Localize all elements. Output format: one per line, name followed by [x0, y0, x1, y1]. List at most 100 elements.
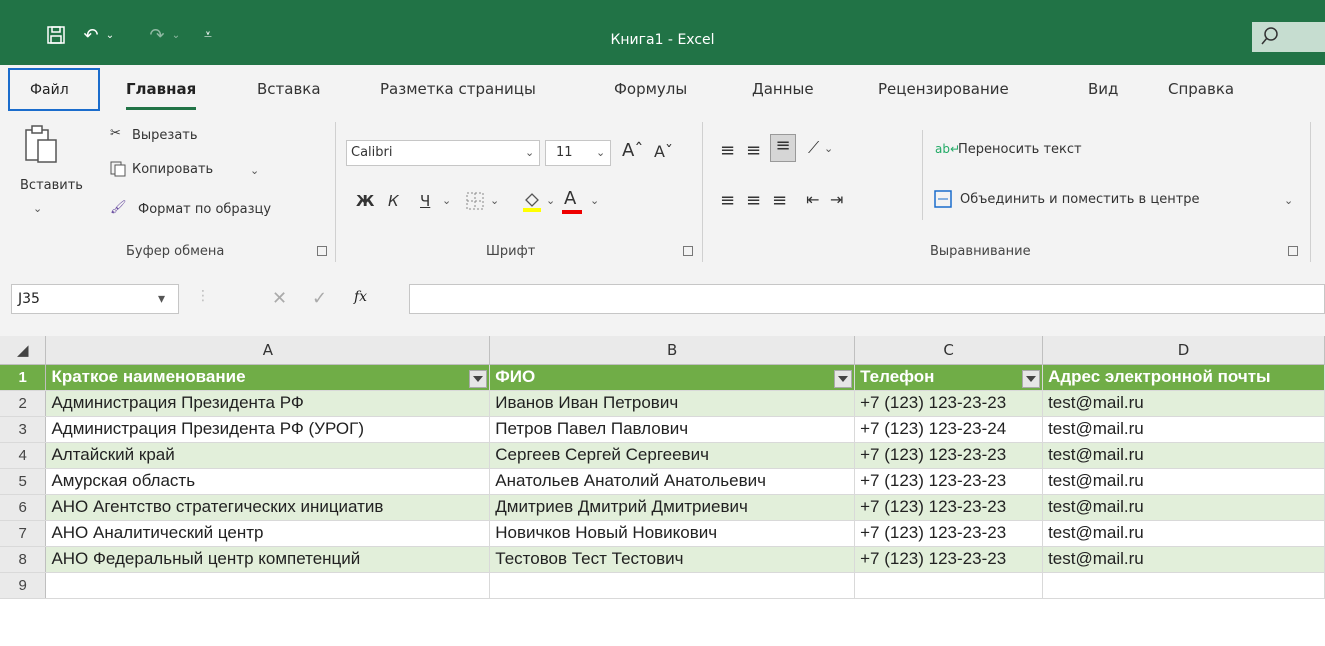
- align-right-icon[interactable]: ≡: [772, 190, 787, 211]
- insert-function-button[interactable]: fx: [354, 289, 367, 305]
- column-header[interactable]: A: [45, 336, 491, 365]
- cell[interactable]: Алтайский край: [45, 442, 491, 469]
- cell[interactable]: test@mail.ru: [1042, 390, 1325, 417]
- tab-insert[interactable]: Вставка: [257, 80, 321, 98]
- orientation-dropdown-icon[interactable]: ⌄: [824, 142, 833, 155]
- cell[interactable]: +7 (123) 123-23-23: [854, 442, 1044, 469]
- align-center-icon[interactable]: ≡: [746, 190, 761, 211]
- column-header[interactable]: D: [1042, 336, 1325, 365]
- fill-color-icon[interactable]: [522, 190, 542, 216]
- row-header[interactable]: 5: [0, 468, 47, 495]
- merge-center-icon[interactable]: [934, 190, 952, 212]
- tab-file[interactable]: Файл: [8, 68, 100, 111]
- underline-button[interactable]: Ч: [420, 192, 430, 210]
- orientation-icon[interactable]: ⟋: [808, 138, 819, 158]
- cell[interactable]: Анатольев Анатолий Анатольевич: [489, 468, 856, 495]
- row-header[interactable]: 8: [0, 546, 47, 573]
- cell[interactable]: test@mail.ru: [1042, 546, 1325, 573]
- font-name-select[interactable]: Calibri ⌄: [346, 140, 540, 166]
- table-header-cell[interactable]: ФИО: [489, 364, 856, 391]
- font-color-dropdown-icon[interactable]: ⌄: [590, 194, 599, 207]
- cell[interactable]: [1042, 572, 1325, 599]
- column-header[interactable]: C: [854, 336, 1044, 365]
- column-header[interactable]: B: [489, 336, 856, 365]
- cut-button[interactable]: Вырезать: [132, 128, 198, 143]
- tab-data[interactable]: Данные: [752, 80, 814, 98]
- row-header[interactable]: 9: [0, 572, 47, 599]
- fill-color-dropdown-icon[interactable]: ⌄: [546, 194, 555, 207]
- cell[interactable]: +7 (123) 123-23-24: [854, 416, 1044, 443]
- copy-button[interactable]: Копировать: [132, 162, 213, 177]
- tab-review[interactable]: Рецензирование: [878, 80, 1009, 98]
- tab-home[interactable]: Главная: [126, 80, 197, 110]
- cell[interactable]: Администрация Президента РФ (УРОГ): [45, 416, 491, 443]
- cell[interactable]: +7 (123) 123-23-23: [854, 390, 1044, 417]
- cell[interactable]: +7 (123) 123-23-23: [854, 546, 1044, 573]
- cell[interactable]: Петров Павел Павлович: [489, 416, 856, 443]
- cell[interactable]: test@mail.ru: [1042, 468, 1325, 495]
- wrap-text-button[interactable]: Переносить текст: [958, 142, 1082, 157]
- formula-input[interactable]: [409, 284, 1325, 314]
- cell[interactable]: [45, 572, 491, 599]
- filter-dropdown-icon[interactable]: [1022, 369, 1041, 388]
- cell[interactable]: АНО Аналитический центр: [45, 520, 491, 547]
- cell[interactable]: [489, 572, 856, 599]
- cell[interactable]: Сергеев Сергей Сергеевич: [489, 442, 856, 469]
- cell[interactable]: test@mail.ru: [1042, 494, 1325, 521]
- table-header-cell[interactable]: Адрес электронной почты: [1042, 364, 1325, 391]
- table-header-cell[interactable]: Телефон: [854, 364, 1044, 391]
- filter-dropdown-icon[interactable]: [469, 369, 488, 388]
- bold-button[interactable]: Ж: [356, 192, 374, 210]
- wrap-text-icon[interactable]: ab↵: [935, 142, 960, 156]
- cell[interactable]: АНО Федеральный центр компетенций: [45, 546, 491, 573]
- cut-icon[interactable]: ✂: [110, 126, 121, 141]
- table-header-cell[interactable]: Краткое наименование: [45, 364, 491, 391]
- paste-icon[interactable]: [22, 124, 62, 168]
- cell[interactable]: +7 (123) 123-23-23: [854, 468, 1044, 495]
- row-header[interactable]: 2: [0, 390, 47, 417]
- underline-dropdown-icon[interactable]: ⌄: [442, 194, 451, 207]
- format-painter-button[interactable]: Формат по образцу: [138, 202, 271, 217]
- row-header[interactable]: 4: [0, 442, 47, 469]
- cell[interactable]: Тестовов Тест Тестович: [489, 546, 856, 573]
- cell[interactable]: test@mail.ru: [1042, 416, 1325, 443]
- cell[interactable]: +7 (123) 123-23-23: [854, 520, 1044, 547]
- increase-indent-icon[interactable]: ⇥: [830, 190, 843, 209]
- row-header[interactable]: 1: [0, 364, 47, 391]
- cell[interactable]: [854, 572, 1044, 599]
- row-header[interactable]: 3: [0, 416, 47, 443]
- font-color-icon[interactable]: A: [564, 188, 576, 209]
- tab-page-layout[interactable]: Разметка страницы: [380, 80, 536, 98]
- align-middle-icon[interactable]: ≡: [746, 140, 761, 161]
- search-box[interactable]: [1252, 22, 1325, 52]
- cell[interactable]: АНО Агентство стратегических инициатив: [45, 494, 491, 521]
- align-left-icon[interactable]: ≡: [720, 190, 735, 211]
- decrease-font-icon[interactable]: Aˇ: [654, 142, 673, 161]
- row-header[interactable]: 7: [0, 520, 47, 547]
- tab-view[interactable]: Вид: [1088, 80, 1118, 98]
- font-launcher-icon[interactable]: [683, 246, 693, 256]
- merge-center-button[interactable]: Объединить и поместить в центре: [960, 192, 1200, 207]
- paste-dropdown-icon[interactable]: ⌄: [33, 202, 42, 215]
- cell[interactable]: test@mail.ru: [1042, 442, 1325, 469]
- cell[interactable]: Иванов Иван Петрович: [489, 390, 856, 417]
- increase-font-icon[interactable]: Aˆ: [622, 140, 643, 161]
- font-size-select[interactable]: 11 ⌄: [545, 140, 611, 166]
- filter-dropdown-icon[interactable]: [834, 369, 853, 388]
- italic-button[interactable]: К: [388, 192, 399, 210]
- paste-button[interactable]: Вставить: [20, 178, 83, 193]
- copy-dropdown-icon[interactable]: ⌄: [250, 164, 259, 177]
- align-top-icon[interactable]: ≡: [720, 140, 735, 161]
- cell[interactable]: +7 (123) 123-23-23: [854, 494, 1044, 521]
- copy-icon[interactable]: [110, 161, 126, 181]
- borders-icon[interactable]: [466, 192, 484, 214]
- clipboard-launcher-icon[interactable]: [317, 246, 327, 256]
- tab-help[interactable]: Справка: [1168, 80, 1234, 98]
- cell[interactable]: Дмитриев Дмитрий Дмитриевич: [489, 494, 856, 521]
- cell[interactable]: test@mail.ru: [1042, 520, 1325, 547]
- merge-dropdown-icon[interactable]: ⌄: [1284, 194, 1293, 207]
- enter-icon[interactable]: ✓: [312, 288, 327, 309]
- name-box[interactable]: J35 ▾: [11, 284, 179, 314]
- align-bottom-icon[interactable]: ≡: [770, 134, 796, 162]
- decrease-indent-icon[interactable]: ⇤: [806, 190, 819, 209]
